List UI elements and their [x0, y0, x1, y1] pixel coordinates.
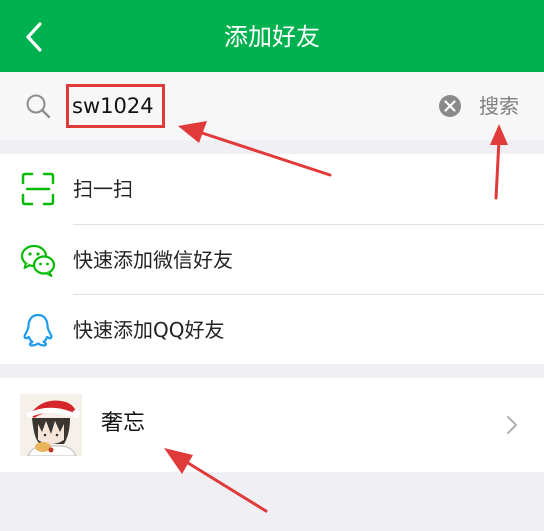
menu-item-wechat[interactable]: 快速添加微信好友	[0, 225, 544, 295]
app-header: 添加好友	[0, 0, 544, 72]
menu-item-label: 快速添加微信好友	[73, 248, 233, 272]
menu-item-label: 扫一扫	[73, 177, 133, 201]
page-title: 添加好友	[224, 23, 320, 51]
annotation-highlight-box	[66, 84, 165, 128]
scan-icon	[20, 171, 56, 207]
result-name: 奢忘	[101, 411, 146, 436]
search-button[interactable]: 搜索	[479, 90, 519, 122]
wechat-icon	[20, 242, 56, 278]
menu-item-qq[interactable]: 快速添加QQ好友	[0, 295, 544, 365]
add-friend-menu: 扫一扫 快速添加微信好友 快速添加QQ好友	[0, 154, 544, 364]
menu-item-label: 快速添加QQ好友	[73, 318, 225, 342]
avatar	[20, 394, 82, 456]
clear-icon	[439, 95, 461, 117]
qq-icon	[20, 312, 56, 348]
search-icon	[24, 92, 52, 120]
search-result-item[interactable]: 奢忘	[0, 378, 544, 472]
menu-item-scan[interactable]: 扫一扫	[0, 154, 544, 224]
clear-button[interactable]	[438, 94, 462, 118]
chevron-right-icon	[504, 414, 520, 436]
